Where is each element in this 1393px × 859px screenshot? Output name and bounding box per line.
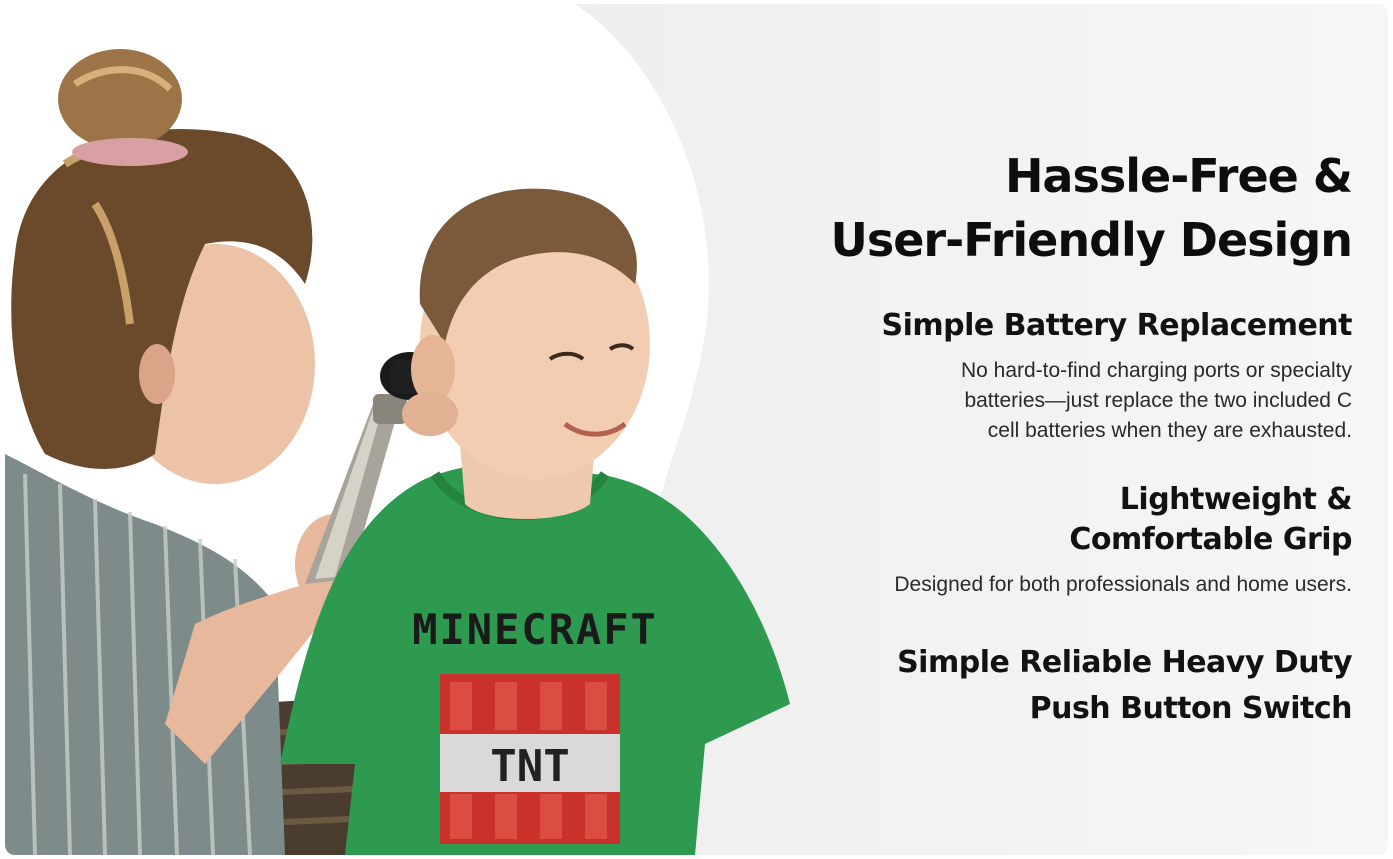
headline: Hassle-Free & User-Friendly Design — [712, 144, 1354, 272]
feature-title-line: Simple Battery Replacement — [881, 308, 1352, 343]
feature-battery-replacement: Simple Battery Replacement No hard-to-fi… — [712, 306, 1352, 446]
feature-push-button-switch: Simple Reliable Heavy Duty Push Button S… — [712, 640, 1352, 732]
feature-description-line: batteries—just replace the two included … — [964, 389, 1352, 412]
feature-description: Designed for both professionals and home… — [712, 570, 1352, 600]
feature-lightweight-grip: Lightweight & Comfortable Grip Designed … — [712, 480, 1352, 600]
headline-line-1: Hassle-Free & — [1004, 149, 1353, 203]
feature-title-line: Lightweight & — [1119, 482, 1353, 517]
feature-description-line: Designed for both professionals and home… — [894, 573, 1352, 596]
feature-title: Simple Reliable Heavy Duty Push Button S… — [712, 640, 1352, 732]
text-panel: Hassle-Free & User-Friendly Design Simpl… — [712, 144, 1354, 732]
feature-description: No hard-to-find charging ports or specia… — [852, 356, 1352, 446]
feature-title: Simple Battery Replacement — [712, 306, 1352, 346]
feature-title-line: Simple Reliable Heavy Duty — [897, 645, 1352, 680]
feature-description-line: cell batteries when they are exhausted. — [987, 419, 1352, 442]
feature-title-line: Push Button Switch — [1029, 691, 1353, 726]
headline-line-2: User-Friendly Design — [830, 213, 1354, 267]
product-banner: MINECRAFT TNT Hassle-Free & User-Friendl… — [5, 4, 1388, 855]
feature-title-line: Comfortable Grip — [1069, 522, 1352, 557]
feature-title: Lightweight & Comfortable Grip — [712, 480, 1352, 560]
feature-description-line: No hard-to-find charging ports or specia… — [960, 359, 1352, 382]
tnt-label: TNT — [490, 741, 569, 792]
shirt-text: MINECRAFT — [412, 605, 658, 654]
tnt-block: TNT — [440, 674, 620, 844]
product-photo: MINECRAFT TNT — [5, 49, 790, 855]
